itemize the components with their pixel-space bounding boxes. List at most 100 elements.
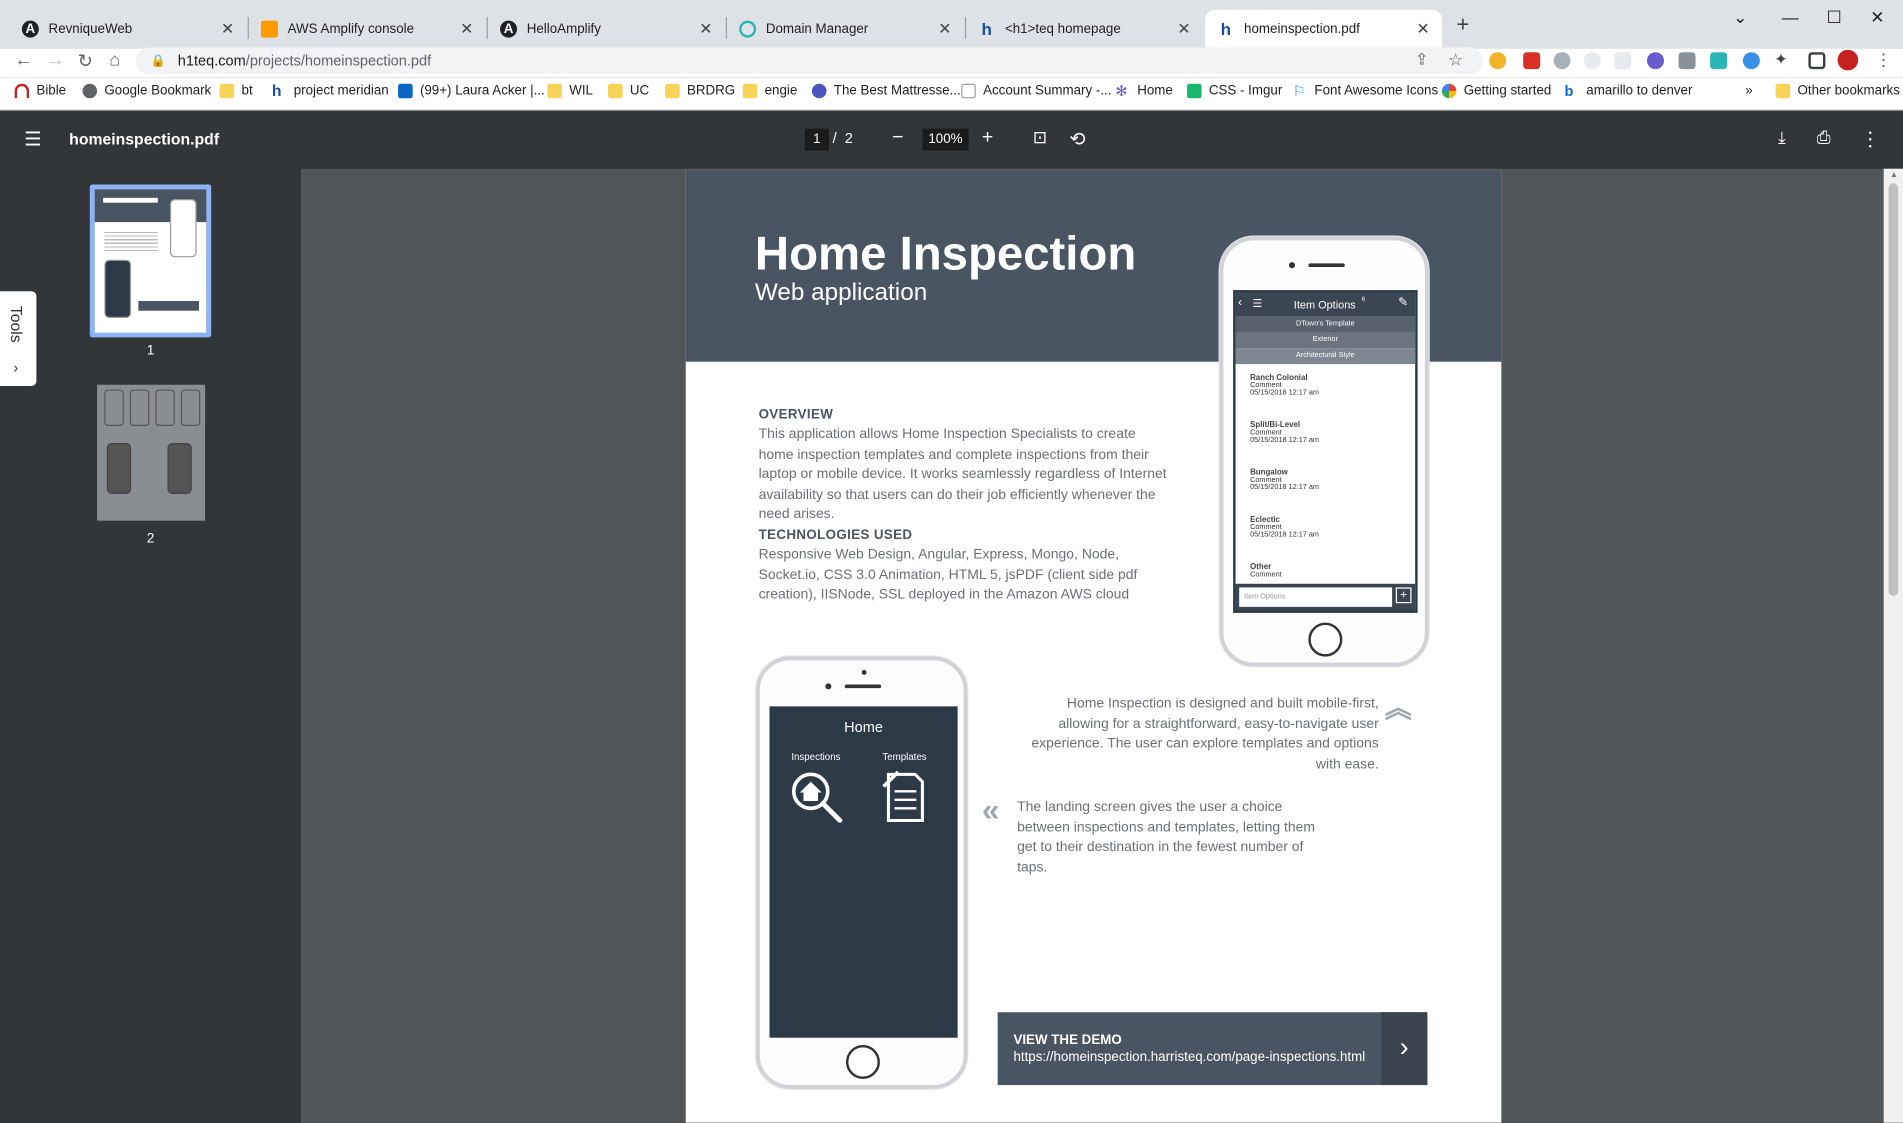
close-window-button[interactable]: ✕ [1870,7,1884,28]
angular-icon: A [500,20,518,38]
close-icon[interactable]: ✕ [699,19,712,38]
h1teq-icon: h [1220,19,1232,39]
forward-arrow-icon[interactable]: → [46,50,64,71]
extension-clock-icon[interactable] [1583,52,1601,70]
tab-helloamplify[interactable]: A HelloAmplify ✕ [488,10,725,49]
more-options-icon[interactable]: ⋮ [1861,127,1880,151]
close-icon[interactable]: ✕ [1177,19,1190,38]
item-date: 05/15/2018 12:17 am [1250,436,1319,445]
extension-cookie-icon[interactable] [1489,52,1507,70]
thumbnail-number: 1 [146,343,155,359]
menu-dots-icon[interactable]: ⋮ [1875,50,1892,71]
new-tab-button[interactable]: + [1456,12,1469,37]
bookmark-bible[interactable]: Bible [14,83,67,99]
bookmarks-overflow-button[interactable]: » [1745,84,1752,99]
url-path: /projects/homeinspection.pdf [245,52,432,70]
home-screen: Home Inspections Templates [769,706,958,1038]
bookmark-getting-started[interactable]: Getting started [1441,83,1551,99]
side-panel-icon[interactable] [1808,52,1826,70]
bookmark-label: Bible [36,83,67,99]
tab-title: homeinspection.pdf [1244,21,1360,37]
bookmark-wil[interactable]: WIL [547,83,593,99]
tab-revniqueweb[interactable]: A RevniqueWeb ✕ [10,10,247,49]
bookmark-best-mattress[interactable]: The Best Mattresse... [811,83,961,99]
view-demo-label: VIEW THE DEMO [1013,1032,1122,1048]
bookmark-bt[interactable]: bt [219,83,253,99]
breadcrumb-template: DTown's Template [1235,316,1416,333]
bookmark-laura-acker[interactable]: (99+) Laura Acker |... [398,83,545,99]
extension-recycle-icon[interactable] [1553,52,1571,70]
other-bookmarks[interactable]: Other bookmarks [1775,83,1900,99]
tools-panel-tab[interactable]: Tools › [0,291,37,386]
extension-cloud-icon[interactable] [1742,52,1760,70]
maximize-button[interactable]: ☐ [1827,7,1842,28]
fit-page-icon[interactable]: ⊡ [1033,127,1047,148]
rotate-icon[interactable]: ⟲ [1069,127,1085,151]
tab-homeinspection-pdf[interactable]: h homeinspection.pdf ✕ [1205,9,1442,49]
home-icon[interactable]: ⌂ [109,50,120,71]
demo-link[interactable]: https://homeinspection.harristeq.com/pag… [1013,1050,1365,1065]
bookmark-account-summary[interactable]: Account Summary -... [961,83,1111,99]
tab-domain-manager[interactable]: Domain Manager ✕ [727,10,964,49]
folder-icon [219,83,235,99]
download-icon[interactable]: ⤓ [1778,127,1786,148]
chevron-right-icon[interactable]: › [1381,1012,1428,1086]
bookmark-engie[interactable]: engie [742,83,798,99]
bookmark-label: project meridian [293,83,389,99]
item-date: 05/15/2018 12:17 am [1250,389,1319,397]
thumbnail-page-1[interactable] [89,184,212,338]
snowflake-icon: ✻ [1115,82,1128,100]
bookmark-label: The Best Mattresse... [833,83,961,99]
bookmark-label: UC [629,83,650,99]
bookmark-project-meridian[interactable]: h project meridian [272,83,389,99]
puzzle-icon[interactable]: ✦ [1774,50,1787,69]
item-date: 05/15/2018 12:17 am [1250,531,1319,539]
bookmark-uc[interactable]: UC [608,83,650,99]
scrollbar-thumb[interactable] [1888,183,1899,596]
view-demo-banner[interactable]: VIEW THE DEMO https://homeinspection.har… [997,1012,1428,1086]
scroll-up-icon[interactable]: ▲ [1890,171,1898,179]
page-number-input[interactable]: 1 [804,128,829,151]
extension-mail-icon[interactable] [1523,52,1541,70]
bookmark-label: engie [764,83,798,99]
hamburger-menu-icon[interactable]: ☰ [24,127,41,151]
close-icon[interactable]: ✕ [1417,19,1430,38]
extension-screen-icon[interactable] [1710,52,1728,70]
tab-search-icon[interactable]: ⌄ [1733,7,1747,28]
star-icon[interactable]: ☆ [1448,50,1463,71]
close-icon[interactable]: ✕ [460,19,473,38]
thumbnail-sidebar: 1 2 [0,168,301,1123]
tab-aws-amplify-console[interactable]: AWS Amplify console ✕ [249,10,486,49]
zoom-input[interactable]: 100% [922,128,969,151]
bookmark-brdrg[interactable]: BRDRG [665,83,735,99]
zoom-out-icon[interactable]: − [892,127,903,149]
back-arrow-icon[interactable]: ← [15,50,33,71]
close-icon[interactable]: ✕ [221,19,234,38]
bookmark-font-awesome[interactable]: ⚐ Font Awesome Icons [1293,84,1439,99]
extension-blank-icon[interactable] [1614,52,1632,70]
tab-h1teq-homepage[interactable]: h <h1>teq homepage ✕ [966,10,1203,49]
aws-icon [260,20,278,38]
bookmark-css-imgur[interactable]: CSS - Imgur [1186,83,1282,99]
extension-globe-icon[interactable] [1646,52,1664,70]
zoom-in-icon[interactable]: + [982,127,993,149]
vertical-scrollbar[interactable]: ▲ [1883,168,1903,1123]
minimize-button[interactable]: — [1782,7,1799,26]
thumbnail-page-2[interactable] [97,384,206,521]
pdf-viewer[interactable]: Home Inspection Web application OVERVIEW… [300,168,1884,1123]
avatar[interactable] [1837,49,1859,71]
close-icon[interactable]: ✕ [938,19,951,38]
linkedin-icon [398,83,413,99]
bookmark-amarillo-denver[interactable]: b amarillo to denver [1564,84,1692,99]
chevron-right-icon: › [13,359,19,377]
list-item: Eclectic Comment 05/15/2018 12:17 am [1250,516,1319,539]
bookmark-home[interactable]: ✻ Home [1115,84,1172,99]
bookmark-google[interactable]: Google Bookmark [82,83,211,99]
camera-icon [825,683,832,690]
item-name: Bungalow [1250,468,1288,477]
print-icon[interactable]: ⎙ [1817,127,1831,148]
extension-k-icon[interactable] [1678,52,1696,70]
address-bar[interactable]: 🔒 h1teq.com/projects/homeinspection.pdf [135,47,1484,75]
share-icon[interactable]: ⇪ [1415,50,1428,69]
reload-icon[interactable]: ↻ [78,50,93,72]
